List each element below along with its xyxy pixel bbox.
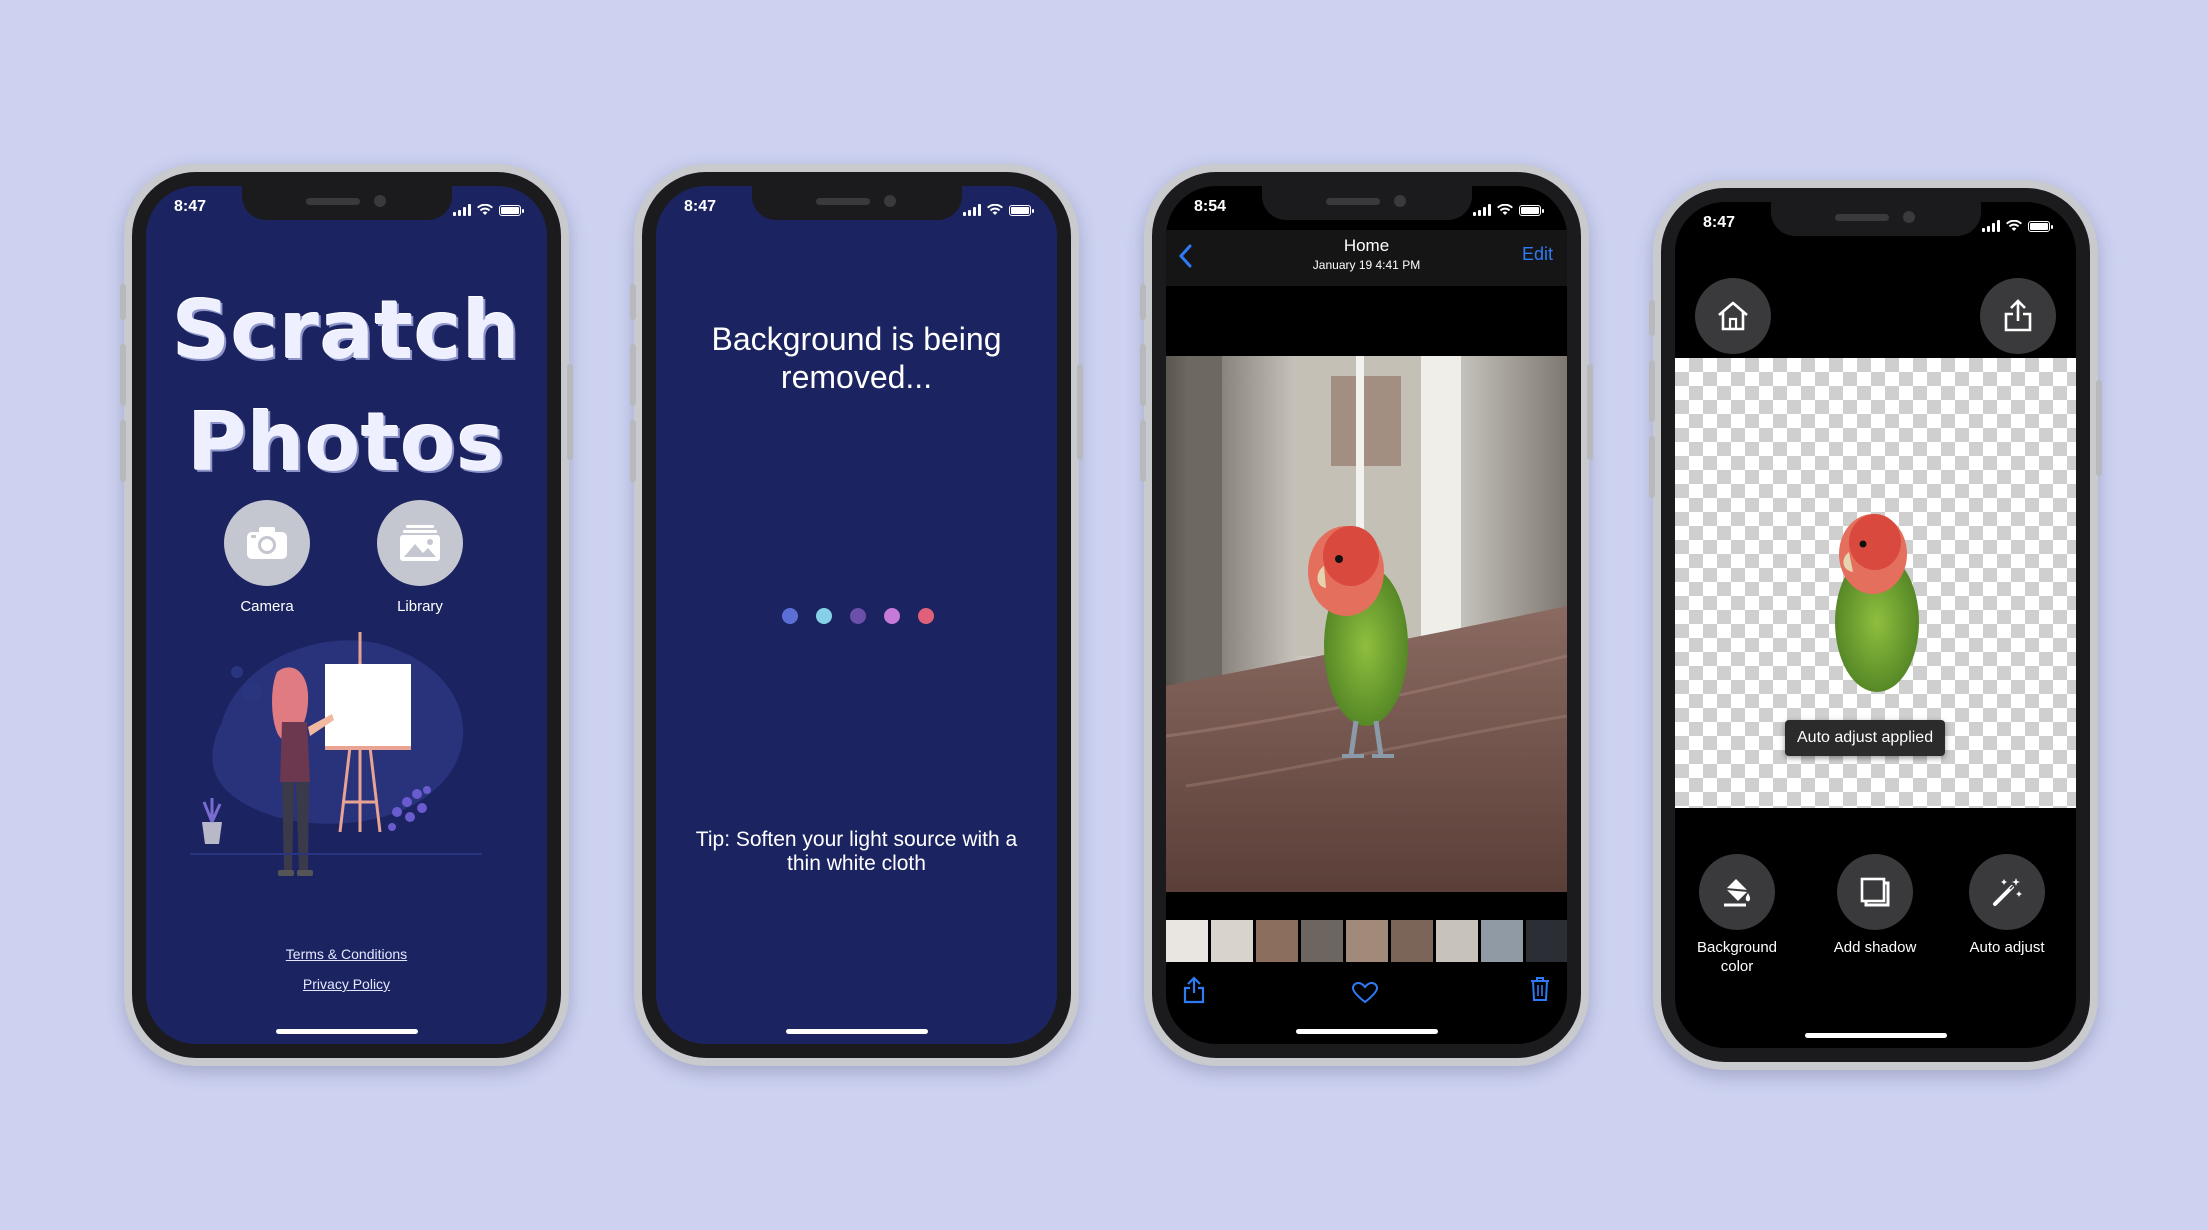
- phone-loading-screen: 8:47 Background is being removed... Tip:…: [630, 164, 1083, 1066]
- camera-icon: [247, 527, 287, 559]
- privacy-link[interactable]: Privacy Policy: [146, 976, 547, 992]
- heart-icon[interactable]: [1352, 982, 1378, 1004]
- wifi-icon: [477, 204, 493, 215]
- loading-dot: [816, 608, 832, 624]
- signal-icon: [1982, 220, 2000, 232]
- home-indicator[interactable]: [1295, 1029, 1438, 1034]
- status-time: 8:47: [1703, 214, 1736, 231]
- cutout-parrot[interactable]: [1795, 502, 1955, 702]
- wifi-icon: [1497, 204, 1513, 215]
- export-button[interactable]: [1980, 278, 2056, 354]
- battery-icon: [499, 204, 524, 216]
- camera-button[interactable]: [224, 500, 310, 586]
- terms-link[interactable]: Terms & Conditions: [146, 946, 547, 962]
- status-bar: 8:54: [1166, 198, 1567, 222]
- phone-photos-screen: 8:54 Home January 19 4:41 PM Edit: [1140, 164, 1593, 1066]
- signal-icon: [1473, 204, 1491, 216]
- home-button[interactable]: [1695, 278, 1771, 354]
- loading-screen: 8:47 Background is being removed... Tip:…: [656, 186, 1057, 1044]
- share-icon[interactable]: [1182, 976, 1206, 1004]
- magic-wand-icon: [1993, 878, 2022, 906]
- battery-icon: [1519, 204, 1544, 216]
- thumbnail-strip[interactable]: [1166, 920, 1567, 962]
- auto-adjust-label: Auto adjust: [1969, 939, 2045, 956]
- home-indicator[interactable]: [275, 1029, 418, 1034]
- signal-icon: [963, 204, 981, 216]
- trash-icon[interactable]: [1529, 976, 1551, 1002]
- status-bar: 8:47: [656, 198, 1057, 222]
- home-indicator[interactable]: [785, 1029, 928, 1034]
- shadow-icon: [1860, 877, 1890, 907]
- photos-screen: 8:54 Home January 19 4:41 PM Edit: [1166, 186, 1567, 1044]
- loading-dot: [918, 608, 934, 624]
- phone-editor-screen: 8:47 Auto adjust applied Background colo…: [1649, 180, 2102, 1070]
- paint-bucket-icon: [1724, 879, 1751, 907]
- loading-message: Background is being removed...: [711, 321, 1002, 395]
- share-icon: [2004, 299, 2032, 332]
- camera-label: Camera: [240, 598, 294, 615]
- signal-icon: [453, 204, 471, 216]
- home-icon: [1718, 301, 1748, 331]
- battery-icon: [1009, 204, 1034, 216]
- photo-date: January 19 4:41 PM: [1312, 258, 1421, 272]
- app-title-line2: Photos: [187, 396, 506, 489]
- status-bar: 8:47: [1675, 214, 2076, 238]
- status-time: 8:47: [684, 198, 717, 215]
- home-indicator[interactable]: [1804, 1033, 1947, 1038]
- status-bar: 8:47: [146, 198, 547, 222]
- phone-home-screen: 8:47 Scratch Photos Camera Library Terms…: [120, 164, 573, 1066]
- album-title: Home: [1343, 236, 1390, 255]
- add-shadow-label: Add shadow: [1833, 939, 1917, 956]
- background-color-label: Background color: [1696, 939, 1778, 975]
- wifi-icon: [987, 204, 1003, 215]
- editor-screen: 8:47 Auto adjust applied Background colo…: [1675, 202, 2076, 1048]
- loading-dot: [884, 608, 900, 624]
- edit-button[interactable]: Edit: [1522, 244, 1553, 265]
- loading-dot: [850, 608, 866, 624]
- library-icon: [400, 525, 440, 561]
- photos-nav-bar: Home January 19 4:41 PM Edit: [1166, 230, 1567, 286]
- auto-adjust-button[interactable]: [1969, 854, 2045, 930]
- status-time: 8:54: [1194, 198, 1227, 215]
- toast-message: Auto adjust applied: [1785, 720, 1946, 756]
- battery-icon: [2028, 220, 2053, 232]
- artist-illustration: [190, 632, 482, 876]
- status-time: 8:47: [174, 198, 207, 215]
- background-color-button[interactable]: [1699, 854, 1775, 930]
- app-title-line1: Scratch: [172, 284, 521, 377]
- add-shadow-button[interactable]: [1837, 854, 1913, 930]
- wifi-icon: [2006, 220, 2022, 231]
- library-button[interactable]: [377, 500, 463, 586]
- home-screen: 8:47 Scratch Photos Camera Library Terms…: [146, 186, 547, 1044]
- loading-dot: [782, 608, 798, 624]
- library-label: Library: [397, 598, 443, 615]
- tip-text: Tip: Soften your light source with a thi…: [695, 828, 1018, 875]
- parrot-photo[interactable]: [1166, 356, 1567, 892]
